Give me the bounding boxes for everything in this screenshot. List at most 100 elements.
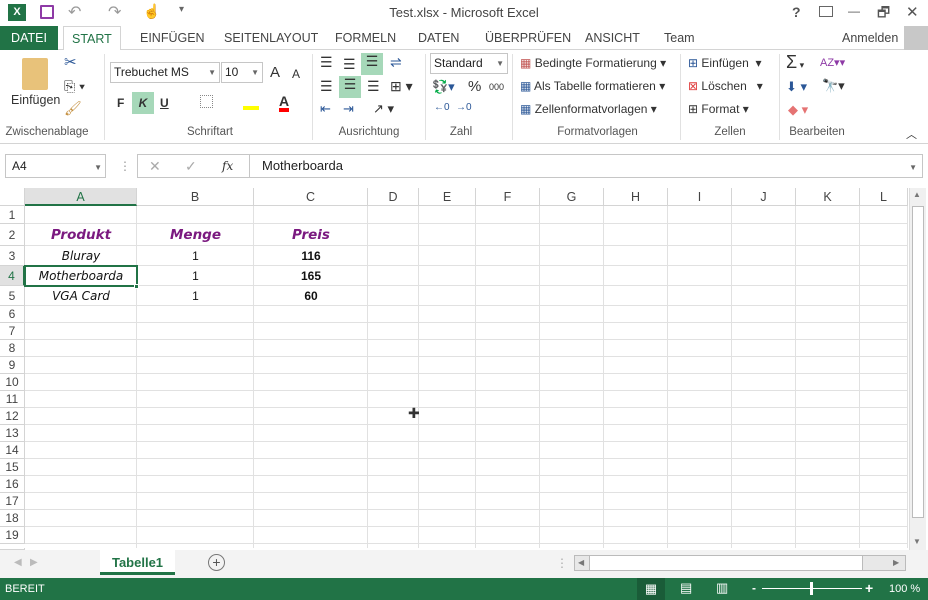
fill-handle[interactable] (134, 284, 139, 289)
user-avatar-icon[interactable] (904, 26, 928, 50)
decrease-decimal-icon[interactable]: →0 (456, 102, 472, 113)
clear-icon[interactable]: ◆ ▾ (788, 102, 808, 118)
thousands-button[interactable]: 000 (489, 82, 504, 92)
row-header-17[interactable]: 17 (0, 493, 25, 510)
row-header-13[interactable]: 13 (0, 425, 25, 442)
paste-icon[interactable] (22, 58, 48, 90)
tab-start[interactable]: START (63, 26, 121, 51)
column-header-J[interactable]: J (732, 188, 796, 206)
insert-function-button[interactable]: fx (222, 159, 233, 173)
align-center-icon[interactable]: ☰ (339, 76, 361, 98)
tab-datei[interactable]: DATEI (0, 26, 58, 50)
row-header-1[interactable]: 1 (0, 206, 25, 224)
font-color-button[interactable]: A (279, 94, 290, 112)
row-header-12[interactable]: 12 (0, 408, 25, 425)
cell-C4[interactable]: 165 (254, 266, 368, 286)
cell-styles-button[interactable]: ▦ Zellenformatvorlagen ▾ (520, 102, 657, 116)
cell-A5[interactable]: VGA Card (25, 286, 137, 306)
delete-cells-button[interactable]: ⊠ Löschen ▾ (688, 79, 763, 93)
page-break-view-button[interactable]: ▥ (716, 580, 728, 596)
format-painter-icon[interactable]: 🖌 (64, 100, 82, 117)
fill-color-icon[interactable] (243, 94, 259, 110)
formula-input[interactable]: Motherboarda ▼ (249, 154, 923, 178)
row-header-19[interactable]: 19 (0, 527, 25, 544)
percent-button[interactable]: % (468, 78, 481, 95)
name-box[interactable]: A4 ▼ (5, 154, 106, 178)
column-header-B[interactable]: B (137, 188, 254, 206)
align-bottom-icon[interactable]: ☰ (361, 53, 383, 75)
align-left-icon[interactable]: ☰ (320, 78, 333, 95)
column-header-A[interactable]: A (25, 188, 137, 206)
column-header-C[interactable]: C (254, 188, 368, 206)
zoom-slider-thumb[interactable] (810, 582, 813, 595)
cell-C5[interactable]: 60 (254, 286, 368, 306)
cancel-icon[interactable]: ✕ (149, 158, 161, 175)
column-header-G[interactable]: G (540, 188, 604, 206)
increase-indent-icon[interactable]: ⇥ (343, 101, 354, 117)
row-header-16[interactable]: 16 (0, 476, 25, 493)
fill-icon[interactable]: ⬇ ▾ (786, 79, 807, 95)
row-header-2[interactable]: 2 (0, 224, 25, 246)
tab-ueberpruefen[interactable]: ÜBERPRÜFEN (477, 26, 579, 50)
column-header-I[interactable]: I (668, 188, 732, 206)
cell-B5[interactable]: 1 (137, 286, 254, 306)
merge-center-icon[interactable]: ⊞ ▾ (390, 78, 413, 95)
tab-daten[interactable]: DATEN (410, 26, 467, 50)
cell-C2[interactable]: Preis (254, 224, 368, 246)
column-header-D[interactable]: D (368, 188, 419, 206)
conditional-formatting-button[interactable]: ▦ Bedingte Formatierung ▾ (520, 56, 666, 70)
autosum-button[interactable]: Σ ▾ (786, 52, 804, 73)
row-header-11[interactable]: 11 (0, 391, 25, 408)
row-header-14[interactable]: 14 (0, 442, 25, 459)
row-header-9[interactable]: 9 (0, 357, 25, 374)
next-sheet-icon[interactable]: ▶ (30, 557, 38, 568)
minimize-button[interactable]: — (848, 4, 860, 18)
page-layout-view-button[interactable]: ▤ (680, 580, 692, 596)
horizontal-scroll-thumb[interactable] (589, 556, 863, 570)
formula-bar-options-icon[interactable]: ⋮ (119, 159, 131, 173)
normal-view-button[interactable]: ▦ (637, 578, 665, 600)
cell-B2[interactable]: Menge (137, 224, 254, 246)
zoom-out-button[interactable]: - (752, 581, 756, 595)
shrink-font-button[interactable]: A (292, 67, 300, 81)
insert-cells-button[interactable]: ⊞ Einfügen ▾ (688, 56, 761, 70)
sign-in-link[interactable]: Anmelden (834, 26, 906, 50)
select-all-button[interactable] (0, 188, 25, 206)
cell-A2[interactable]: Produkt (25, 224, 137, 246)
cell-B4[interactable]: 1 (137, 266, 254, 286)
enter-icon[interactable]: ✓ (185, 158, 197, 175)
tab-split-handle[interactable]: ⋮ (556, 556, 568, 570)
align-middle-icon[interactable]: ☰ (343, 56, 356, 73)
tab-ansicht[interactable]: ANSICHT (577, 26, 648, 50)
column-header-E[interactable]: E (419, 188, 476, 206)
wrap-text-icon[interactable]: ⇌ (390, 54, 402, 71)
help-button[interactable]: ? (792, 4, 801, 20)
tab-seitenlayout[interactable]: SEITENLAYOUT (216, 26, 326, 50)
column-header-H[interactable]: H (604, 188, 668, 206)
cell-C3[interactable]: 116 (254, 246, 368, 266)
column-header-L[interactable]: L (860, 188, 908, 206)
font-size-select[interactable]: 10 ▼ (221, 62, 263, 83)
find-select-icon[interactable]: 🔭▾ (822, 78, 845, 94)
increase-decimal-icon[interactable]: ←0 (434, 102, 450, 113)
orientation-icon[interactable]: ↗ ▾ (373, 101, 394, 117)
zoom-in-button[interactable]: + (865, 580, 873, 596)
sheet-tab-tabelle1[interactable]: Tabelle1 (100, 550, 175, 575)
number-format-select[interactable]: Standard ▼ (430, 53, 508, 74)
vertical-scrollbar[interactable]: ▲ ▼ (909, 188, 926, 550)
currency-icon[interactable]: 💱▾ (432, 79, 455, 95)
italic-button[interactable]: K (132, 92, 154, 114)
row-header-3[interactable]: 3 (0, 246, 25, 266)
row-header-8[interactable]: 8 (0, 340, 25, 357)
cut-icon[interactable]: ✂ (64, 53, 77, 71)
grow-font-button[interactable]: A (270, 64, 280, 81)
row-header-15[interactable]: 15 (0, 459, 25, 476)
sort-filter-icon[interactable]: AZ▾▾ (820, 56, 845, 69)
format-cells-button[interactable]: ⊞ Format ▾ (688, 102, 749, 116)
row-header-10[interactable]: 10 (0, 374, 25, 391)
restore-button[interactable]: 🗗 (877, 2, 890, 26)
format-as-table-button[interactable]: ▦ Als Tabelle formatieren ▾ (520, 79, 665, 93)
column-header-F[interactable]: F (476, 188, 540, 206)
scroll-down-icon[interactable]: ▼ (913, 537, 921, 546)
tab-einfuegen[interactable]: EINFÜGEN (132, 26, 213, 50)
